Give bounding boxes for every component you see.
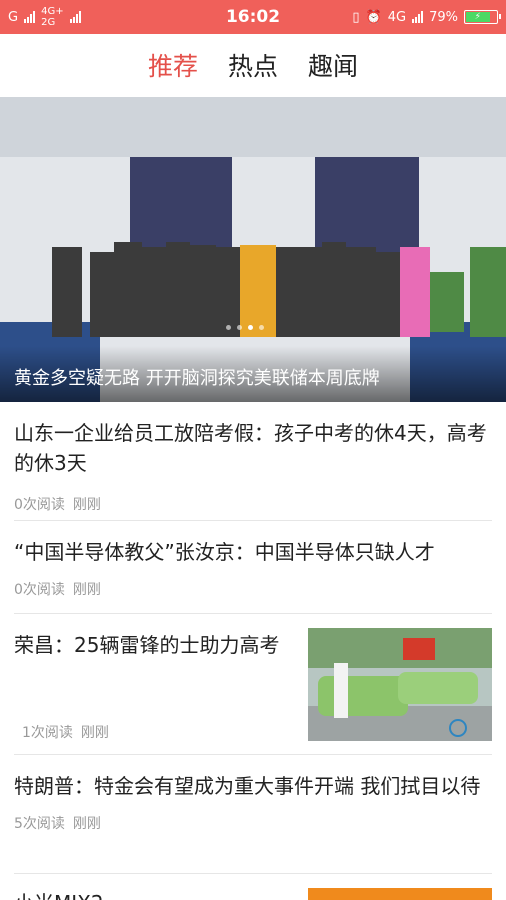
news-meta: 0次阅读 刚刚 — [14, 579, 492, 599]
read-count: 5次阅读 — [14, 816, 65, 832]
news-title: 特朗普：特金会有望成为重大事件开端 我们拭目以待 — [14, 774, 481, 798]
read-count: 0次阅读 — [14, 582, 65, 598]
news-item[interactable]: 小米MIX2 — [14, 874, 492, 900]
category-tabs: 推荐 热点 趣闻 — [0, 34, 506, 96]
carousel-dot — [237, 325, 242, 330]
signal-icon — [412, 11, 424, 23]
alarm-icon: ⏰ — [365, 9, 382, 25]
carousel-indicator — [226, 325, 264, 330]
publish-time: 刚刚 — [72, 497, 101, 513]
news-item[interactable]: “中国半导体教父”张汝京：中国半导体只缺人才 0次阅读 刚刚 — [14, 521, 492, 614]
publish-time: 刚刚 — [72, 816, 101, 832]
tab-hot[interactable]: 热点 — [228, 47, 278, 83]
news-item[interactable]: 荣昌：25辆雷锋的士助力高考 1次阅读 刚刚 — [14, 614, 492, 755]
status-right: ▯ ⏰ 4G 79% ⚡ — [352, 0, 501, 34]
publish-time: 刚刚 — [72, 582, 101, 598]
battery-charging-icon: ⚡ — [464, 10, 501, 24]
tab-recommend[interactable]: 推荐 — [148, 47, 198, 83]
read-count: 1次阅读 — [22, 725, 73, 741]
read-count: 0次阅读 — [14, 497, 65, 513]
news-meta: 1次阅读 刚刚 — [22, 722, 109, 742]
news-item[interactable]: 山东一企业给员工放陪考假：孩子中考的休4天，高考的休3天 0次阅读 刚刚 — [14, 402, 492, 521]
news-meta: 0次阅读 刚刚 — [14, 494, 492, 514]
carousel-dot — [259, 325, 264, 330]
news-title: 山东一企业给员工放陪考假：孩子中考的休4天，高考的休3天 — [14, 421, 487, 475]
news-title: “中国半导体教父”张汝京：中国半导体只缺人才 — [14, 540, 435, 564]
battery-percent: 79% — [429, 9, 458, 25]
status-bar: G 4G+ 2G 16:02 ▯ ⏰ 4G 79% ⚡ — [0, 0, 506, 34]
news-feed: 山东一企业给员工放陪考假：孩子中考的休4天，高考的休3天 0次阅读 刚刚 “中国… — [0, 402, 506, 900]
banner-caption: 黄金多空疑无路 开开脑洞探究美联储本周底牌 — [0, 346, 506, 402]
news-thumbnail — [308, 888, 492, 900]
taxi-photo — [308, 628, 492, 741]
tab-fun[interactable]: 趣闻 — [308, 47, 358, 83]
news-item[interactable]: 特朗普：特金会有望成为重大事件开端 我们拭目以待 5次阅读 刚刚 — [14, 755, 492, 874]
news-meta: 5次阅读 刚刚 — [14, 813, 492, 833]
news-thumbnail — [308, 628, 492, 741]
battery-fill: ⚡ — [466, 12, 490, 22]
banner-carousel[interactable]: 黄金多空疑无路 开开脑洞探究美联储本周底牌 — [0, 97, 506, 402]
carousel-dot — [248, 325, 253, 330]
network-right-label: 4G — [387, 9, 407, 25]
publish-time: 刚刚 — [80, 725, 109, 741]
news-title: 荣昌：25辆雷锋的士助力高考 — [14, 633, 280, 657]
carousel-dot — [226, 325, 231, 330]
vibrate-icon: ▯ — [352, 9, 360, 25]
